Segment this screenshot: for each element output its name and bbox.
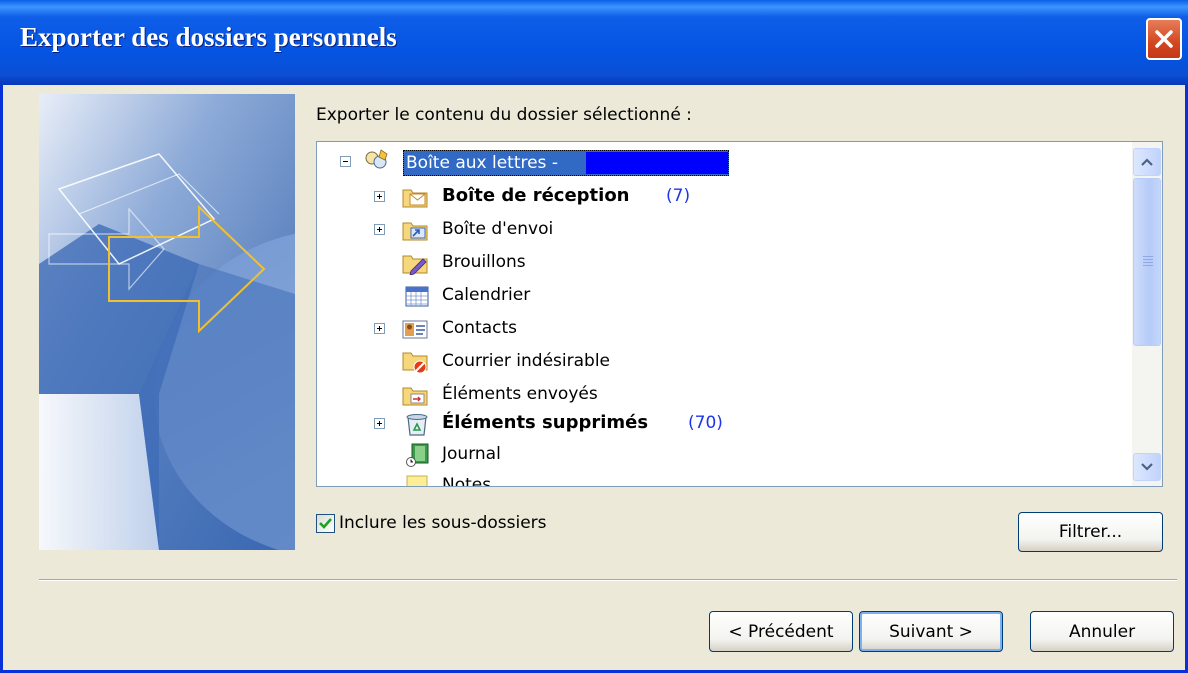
tree-row-3[interactable]: Calendrier <box>317 281 1132 311</box>
checkmark-icon <box>319 517 332 529</box>
scroll-thumb[interactable] <box>1133 178 1161 346</box>
vertical-scrollbar[interactable] <box>1132 142 1162 486</box>
tree-row-0[interactable]: Boîte de réception (7) <box>317 182 1132 212</box>
close-icon <box>1155 30 1173 48</box>
unread-count: (70) <box>688 413 723 433</box>
tree-item-label: Boîte de réception <box>442 185 630 206</box>
tree-row-4[interactable]: Contacts <box>317 314 1132 344</box>
folder-tree[interactable]: Boîte de réception (7) Boîte d'envoi Bro… <box>316 141 1163 487</box>
title-bar[interactable]: Exporter des dossiers personnels <box>0 0 1188 85</box>
journal-icon <box>406 443 429 467</box>
tree-item-label: Brouillons <box>442 252 526 272</box>
expand-icon[interactable] <box>374 418 385 429</box>
outbox-folder-icon <box>402 222 428 241</box>
tree-item-label: Éléments envoyés <box>442 384 598 404</box>
sent-items-folder-icon <box>402 387 428 406</box>
include-subfolders-checkbox[interactable] <box>316 513 335 533</box>
tree-row-9[interactable]: Notes <box>317 471 1132 487</box>
notes-folder-icon <box>406 475 428 486</box>
drafts-folder-icon <box>402 255 428 275</box>
chevron-up-icon <box>1141 158 1153 166</box>
expand-icon[interactable] <box>374 191 385 202</box>
tree-row-8[interactable]: Journal <box>317 440 1132 470</box>
scroll-up-button[interactable] <box>1133 148 1161 176</box>
unread-count: (7) <box>666 186 691 206</box>
tree-item-label: Notes <box>442 475 492 487</box>
folder-tree-content: Boîte de réception (7) Boîte d'envoi Bro… <box>317 142 1132 486</box>
tree-item-label: Courrier indésirable <box>442 351 611 371</box>
scroll-down-button[interactable] <box>1133 453 1161 481</box>
tree-item-label: Contacts <box>442 318 517 338</box>
include-subfolders-label: Inclure les sous-dossiers <box>339 513 547 533</box>
redaction-block <box>586 152 728 174</box>
mailbox-root-icon <box>365 149 388 169</box>
cancel-button[interactable]: Annuler <box>1030 611 1174 652</box>
calendar-icon <box>405 286 429 307</box>
tree-item-label: Calendrier <box>442 285 531 305</box>
contacts-icon <box>402 320 428 339</box>
tree-row-2[interactable]: Brouillons <box>317 248 1132 278</box>
dialog-title: Exporter des dossiers personnels <box>20 22 397 52</box>
tree-item-label: Journal <box>442 444 501 464</box>
next-button[interactable]: Suivant > <box>859 611 1003 652</box>
chevron-down-icon <box>1141 463 1153 471</box>
tree-row-1[interactable]: Boîte d'envoi <box>317 215 1132 245</box>
footer-separator <box>39 579 1177 581</box>
tree-item-label: Boîte d'envoi <box>442 219 554 239</box>
close-button[interactable] <box>1146 18 1182 60</box>
expand-icon[interactable] <box>374 224 385 235</box>
collapse-icon[interactable] <box>340 156 351 167</box>
expand-icon[interactable] <box>374 323 385 334</box>
back-button[interactable]: < Précédent <box>709 611 853 652</box>
inbox-folder-icon <box>402 189 428 208</box>
include-subfolders-option[interactable]: Inclure les sous-dossiers <box>316 513 547 533</box>
export-dialog-window: Exporter des dossiers personnels Exporte… <box>0 0 1188 673</box>
junk-mail-folder-icon <box>402 352 428 374</box>
tree-row-5[interactable]: Courrier indésirable <box>317 347 1132 377</box>
tree-item-label: Éléments supprimés <box>442 412 649 433</box>
filter-button[interactable]: Filtrer... <box>1018 512 1163 552</box>
tree-row-6[interactable]: Éléments envoyés <box>317 380 1132 410</box>
deleted-items-icon <box>406 414 428 436</box>
export-prompt-label: Exporter le contenu du dossier sélection… <box>316 105 692 125</box>
wizard-banner-image <box>39 94 295 550</box>
tree-row-7[interactable]: Éléments supprimés (70) <box>317 409 1132 439</box>
